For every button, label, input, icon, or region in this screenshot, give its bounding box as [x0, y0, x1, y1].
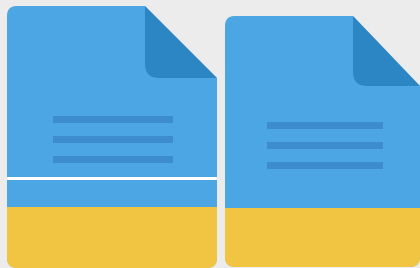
text-line — [53, 136, 173, 143]
text-line — [53, 116, 173, 123]
document-icon-left — [7, 6, 217, 268]
text-line — [53, 156, 173, 163]
text-line — [267, 142, 383, 149]
folded-corner — [145, 6, 217, 78]
file-document-icon — [7, 6, 217, 268]
yellow-band — [7, 207, 217, 268]
file-document-icon — [225, 16, 420, 267]
text-line — [267, 122, 383, 129]
yellow-band — [225, 208, 420, 267]
divider-line — [7, 177, 217, 180]
document-icons-scene — [0, 0, 420, 268]
text-line — [267, 162, 383, 169]
document-icon-right — [225, 16, 420, 267]
folded-corner — [353, 16, 420, 86]
